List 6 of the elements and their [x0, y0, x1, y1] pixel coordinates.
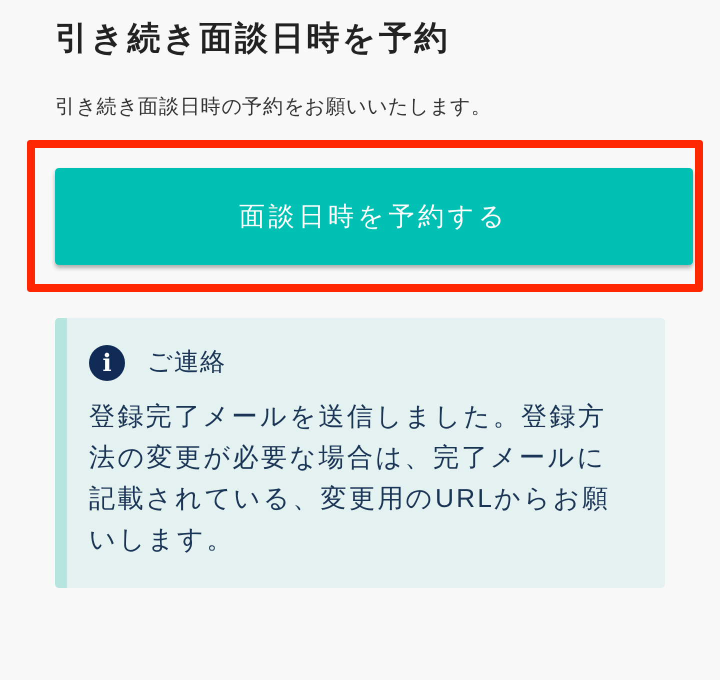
notice-text: 登録完了メールを送信しました。登録方法の変更が必要な場合は、完了メールに記載されている、変更用のURLからお願いします。 [89, 400, 612, 556]
notice-title: ご連絡 [147, 347, 226, 378]
info-icon: i [89, 344, 125, 381]
page-title: 引き続き面談日時を予約 [55, 18, 452, 58]
description-text: 引き続き面談日時の予約をお願いいたします。 [55, 95, 493, 120]
book-interview-button[interactable]: 面談日時を予約する [55, 168, 693, 264]
